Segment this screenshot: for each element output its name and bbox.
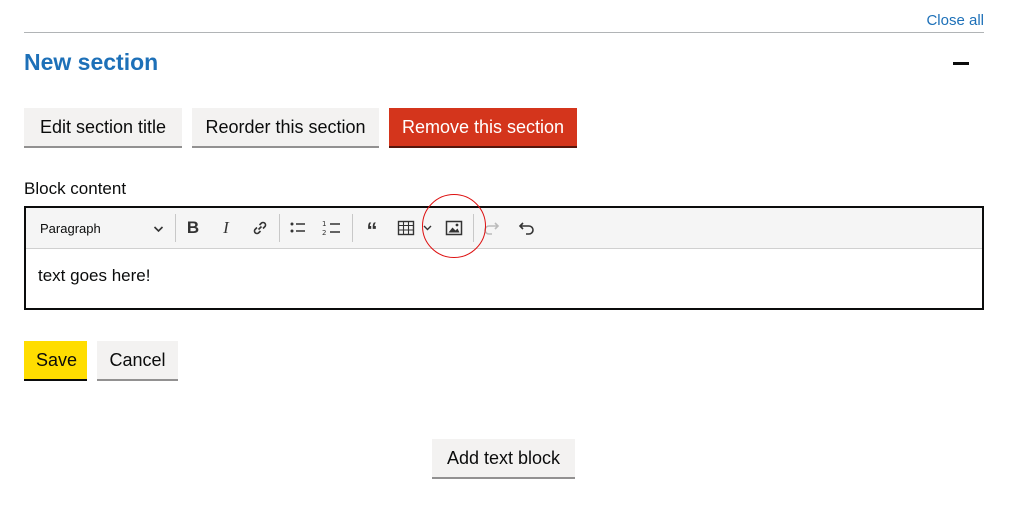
toolbar-separator	[175, 214, 176, 242]
save-button[interactable]: Save	[24, 341, 87, 379]
toolbar-separator	[279, 214, 280, 242]
undo-icon[interactable]	[512, 214, 540, 242]
reorder-section-button[interactable]: Reorder this section	[192, 108, 379, 146]
image-icon[interactable]	[440, 214, 468, 242]
redo-icon	[478, 214, 506, 242]
svg-text:1: 1	[322, 220, 326, 228]
blockquote-icon[interactable]: “	[358, 214, 386, 243]
paragraph-select-label: Paragraph	[40, 221, 101, 236]
toolbar-separator	[352, 214, 353, 242]
bulleted-list-icon[interactable]	[284, 214, 312, 242]
section-title: New section	[24, 49, 159, 75]
paragraph-style-select[interactable]: Paragraph	[30, 215, 170, 243]
editor-content-area[interactable]: text goes here!	[38, 266, 150, 286]
remove-section-button[interactable]: Remove this section	[389, 108, 577, 146]
chevron-down-icon	[153, 215, 164, 254]
numbered-list-icon[interactable]: 12	[318, 214, 346, 242]
close-all-link[interactable]: Close all	[926, 12, 984, 29]
collapse-icon[interactable]	[950, 53, 972, 75]
link-icon[interactable]	[246, 214, 274, 242]
block-content-label: Block content	[24, 179, 127, 198]
editor-toolbar: Paragraph B I 12 “	[26, 208, 982, 249]
rich-text-editor: Paragraph B I 12 “ text goes here!	[24, 206, 984, 310]
toolbar-separator	[473, 214, 474, 242]
divider	[24, 32, 984, 33]
add-text-block-button[interactable]: Add text block	[432, 439, 575, 477]
edit-section-title-button[interactable]: Edit section title	[24, 108, 182, 146]
table-dropdown-icon[interactable]	[423, 214, 435, 242]
cancel-button[interactable]: Cancel	[97, 341, 178, 379]
italic-icon[interactable]: I	[212, 214, 240, 242]
bold-icon[interactable]: B	[179, 214, 207, 242]
table-icon[interactable]	[392, 214, 420, 242]
svg-text:2: 2	[322, 229, 326, 237]
